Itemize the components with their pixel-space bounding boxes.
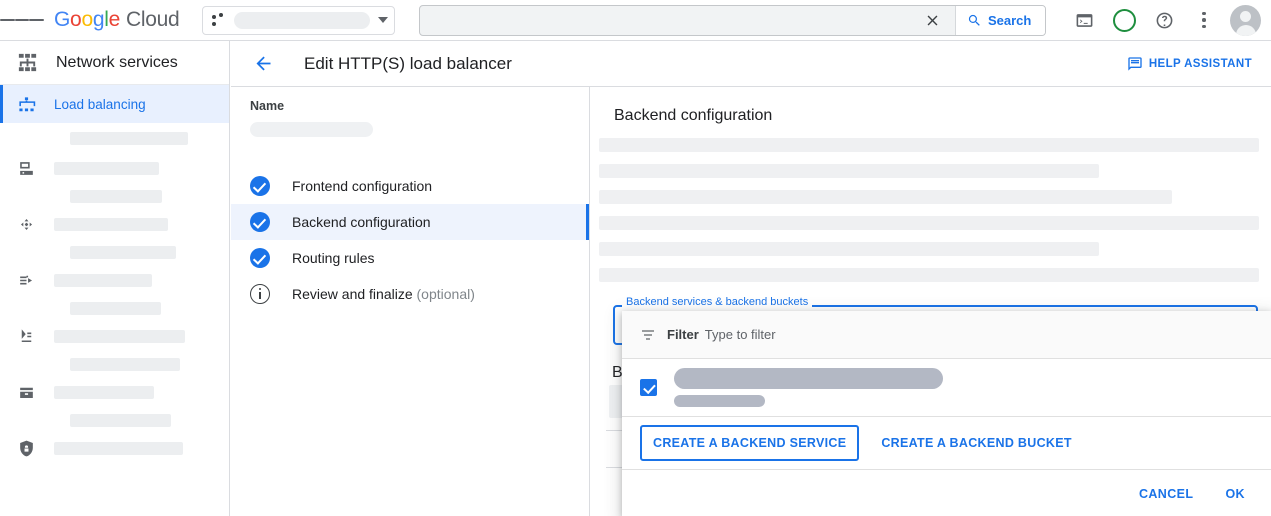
sidebar-item-skeleton[interactable] <box>0 239 229 265</box>
filter-row[interactable]: Filter Type to filter <box>622 311 1271 359</box>
name-value-redacted <box>250 122 373 137</box>
cloud-cdn-icon <box>16 214 37 235</box>
sidebar-item-skeleton[interactable] <box>0 407 229 433</box>
search-button[interactable]: Search <box>955 6 1045 35</box>
cloud-wordmark: Cloud <box>126 8 179 32</box>
skeleton-bar <box>599 164 1099 178</box>
main-panel-title: Backend configuration <box>614 107 1271 125</box>
skeleton-bar <box>599 190 1172 204</box>
help-icon[interactable] <box>1146 2 1182 38</box>
sidebar-item-label: Load balancing <box>54 97 146 112</box>
app-root: Google Cloud Search <box>0 0 1271 516</box>
sidebar-item-3[interactable] <box>0 209 229 239</box>
search-bar: Search <box>419 5 1046 36</box>
sidebar-item-7[interactable] <box>0 433 229 463</box>
project-selector[interactable] <box>202 6 395 35</box>
page-header: Edit HTTP(S) load balancer HELP ASSISTAN… <box>231 41 1271 87</box>
backend-options-list <box>622 359 1271 417</box>
account-avatar[interactable] <box>1230 5 1261 36</box>
skeleton-bar <box>599 216 1259 230</box>
sidebar-item-skeleton[interactable] <box>0 295 229 321</box>
cancel-button[interactable]: CANCEL <box>1128 478 1204 510</box>
google-wordmark: Google <box>54 8 120 32</box>
help-assistant-button[interactable]: HELP ASSISTANT <box>1120 51 1259 77</box>
name-label: Name <box>250 99 589 113</box>
sidebar-item-skeleton[interactable] <box>0 351 229 377</box>
network-services-icon <box>16 51 39 74</box>
project-dots-icon <box>212 13 226 27</box>
create-backend-bucket-button[interactable]: CREATE A BACKEND BUCKET <box>868 425 1084 461</box>
cloud-shell-icon[interactable] <box>1066 2 1102 38</box>
help-assistant-icon <box>1127 56 1143 72</box>
security-shield-icon <box>16 438 37 459</box>
step-routing-rules[interactable]: Routing rules <box>231 240 589 276</box>
check-circle-icon <box>250 248 270 268</box>
step-label: Routing rules <box>292 250 375 266</box>
step-frontend-configuration[interactable]: Frontend configuration <box>231 168 589 204</box>
check-circle-icon <box>250 212 270 232</box>
filter-icon <box>640 327 656 343</box>
chevron-down-icon <box>378 17 388 23</box>
filter-placeholder[interactable]: Type to filter <box>705 327 776 342</box>
sidebar-item-load-balancing[interactable]: Load balancing <box>0 85 229 123</box>
sidebar-item-5[interactable] <box>0 321 229 351</box>
dropdown-create-actions: CREATE A BACKEND SERVICE CREATE A BACKEN… <box>622 417 1271 470</box>
step-label: Backend configuration <box>292 214 431 230</box>
checkbox-checked[interactable] <box>640 379 657 396</box>
ok-button[interactable]: OK <box>1214 478 1256 510</box>
project-name-redacted <box>234 12 370 29</box>
step-backend-configuration[interactable]: Backend configuration <box>231 204 589 240</box>
hamburger-icon[interactable] <box>0 0 44 41</box>
back-arrow-icon[interactable] <box>249 50 277 78</box>
check-circle-icon <box>250 176 270 196</box>
info-circle-icon <box>250 284 270 304</box>
wizard-steps: Frontend configuration Backend configura… <box>231 168 589 312</box>
more-options-icon[interactable] <box>1186 2 1222 38</box>
step-review-and-finalize[interactable]: Review and finalize (optional) <box>231 276 589 312</box>
sidebar-item-2[interactable] <box>0 153 229 183</box>
wizard-step-panel: Name Frontend configuration Backend conf… <box>231 87 590 516</box>
google-cloud-logo[interactable]: Google Cloud <box>54 8 179 32</box>
load-balancing-icon <box>16 94 37 115</box>
step-label: Review and finalize (optional) <box>292 286 475 302</box>
sidebar-item-skeleton[interactable] <box>0 123 229 153</box>
sidebar-item-4[interactable] <box>0 265 229 295</box>
step-label: Frontend configuration <box>292 178 432 194</box>
service-directory-icon <box>16 382 37 403</box>
traffic-director-icon <box>16 326 37 347</box>
search-icon <box>967 13 982 28</box>
cloud-dns-icon <box>16 158 37 179</box>
dropdown-footer: CANCEL OK <box>622 470 1271 516</box>
step-optional-text: (optional) <box>417 286 475 302</box>
sidebar-item-skeleton[interactable] <box>0 183 229 209</box>
nav-header-title: Network services <box>56 54 178 72</box>
create-backend-service-button[interactable]: CREATE A BACKEND SERVICE <box>640 425 859 461</box>
sidebar-item-6[interactable] <box>0 377 229 407</box>
help-assistant-label: HELP ASSISTANT <box>1149 58 1252 70</box>
search-button-label: Search <box>988 13 1031 28</box>
content-skeleton <box>591 138 1271 282</box>
skeleton-bar <box>599 138 1259 152</box>
skeleton-bar <box>599 242 1099 256</box>
list-item[interactable] <box>622 359 1271 416</box>
backend-services-field-legend: Backend services & backend buckets <box>622 296 812 308</box>
left-navigation: Network services Load balancing <box>0 41 230 516</box>
nav-header: Network services <box>0 41 229 85</box>
close-icon[interactable] <box>911 6 955 35</box>
search-input[interactable] <box>420 6 911 35</box>
step-label-text: Review and finalize <box>292 286 413 302</box>
notifications-ring-icon[interactable] <box>1106 2 1142 38</box>
page-title: Edit HTTP(S) load balancer <box>304 54 512 74</box>
cloud-nat-icon <box>16 270 37 291</box>
top-bar: Google Cloud Search <box>0 0 1271 41</box>
filter-label: Filter <box>667 327 699 342</box>
top-bar-icons <box>1066 2 1271 38</box>
backend-services-dropdown: Filter Type to filter CREATE A BACKEND S… <box>622 311 1271 516</box>
skeleton-bar <box>599 268 1259 282</box>
item-redacted-text <box>674 368 943 407</box>
